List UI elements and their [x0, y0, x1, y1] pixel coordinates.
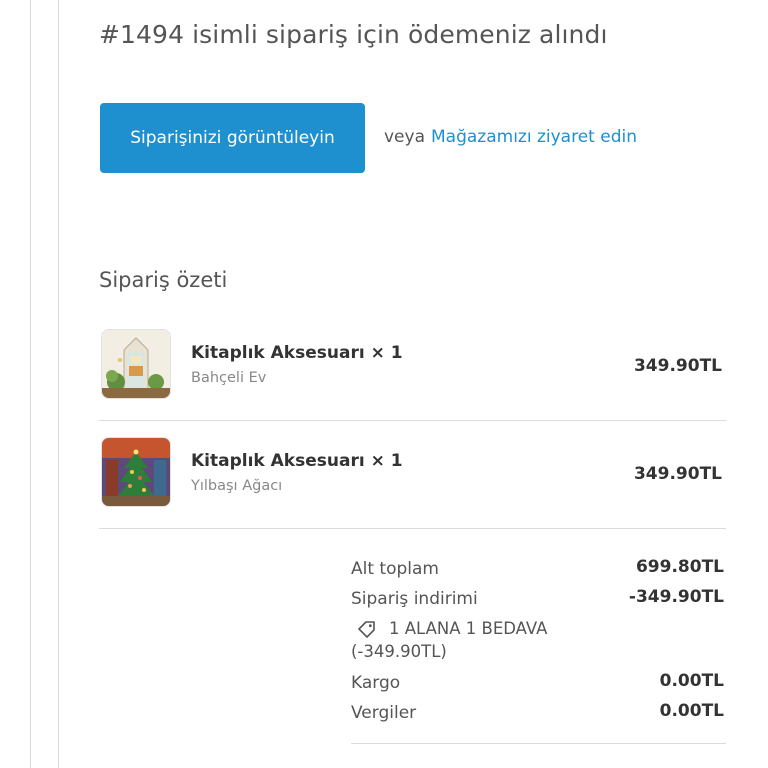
order-totals: Alt toplam 699.80TL Sipariş indirimi -34…: [351, 555, 726, 729]
tag-icon: [358, 620, 375, 638]
item-price: 349.90TL: [633, 464, 722, 484]
subtotal-row: Alt toplam 699.80TL: [351, 555, 726, 585]
discount-row: Sipariş indirimi -349.90TL: [351, 585, 726, 615]
discount-code-name: 1 ALANA 1 BEDAVA: [389, 619, 548, 638]
tax-row: Vergiler 0.00TL: [351, 699, 726, 729]
list-item: Kitaplık Aksesuarı × 1 Yılbaşı Ağacı 349…: [99, 420, 726, 529]
product-thumbnail: [102, 330, 170, 398]
discount-label: Sipariş indirimi: [351, 589, 478, 609]
view-order-button[interactable]: Siparişinizi görüntüleyin: [100, 103, 365, 173]
product-thumbnail: [102, 438, 170, 506]
item-variant: Yılbaşı Ağacı: [191, 478, 283, 494]
tax-label: Vergiler: [351, 703, 417, 723]
item-name: Kitaplık Aksesuarı × 1: [191, 451, 403, 471]
item-name: Kitaplık Aksesuarı × 1: [191, 343, 403, 363]
discount-code-amount: (-349.90TL): [351, 642, 447, 661]
item-variant: Bahçeli Ev: [191, 370, 267, 386]
totals-divider: [351, 743, 726, 744]
left-rail-line: [30, 0, 31, 768]
item-price: 349.90TL: [633, 356, 722, 376]
secondary-action: veya Mağazamızı ziyaret edin: [384, 127, 637, 147]
visit-store-link[interactable]: Mağazamızı ziyaret edin: [431, 127, 637, 147]
discount-value: -349.90TL: [628, 587, 724, 607]
order-status-page: #1494 isimli sipariş için ödemeniz alınd…: [0, 0, 768, 768]
shipping-label: Kargo: [351, 673, 401, 693]
subtotal-value: 699.80TL: [635, 557, 724, 577]
page-title: #1494 isimli sipariş için ödemeniz alınd…: [99, 20, 608, 49]
left-rail-inner-line: [58, 0, 59, 768]
order-summary-title: Sipariş özeti: [99, 268, 228, 292]
tax-value: 0.00TL: [659, 701, 724, 721]
discount-code-row: 1 ALANA 1 BEDAVA (-349.90TL): [351, 615, 726, 669]
christmas-tree-book-nook-icon: [102, 438, 170, 506]
shipping-row: Kargo 0.00TL: [351, 669, 726, 699]
list-item: Kitaplık Aksesuarı × 1 Bahçeli Ev 349.90…: [99, 312, 726, 421]
or-text: veya: [384, 127, 425, 147]
garden-house-book-nook-icon: [102, 330, 170, 398]
shipping-value: 0.00TL: [659, 671, 724, 691]
subtotal-label: Alt toplam: [351, 559, 439, 579]
